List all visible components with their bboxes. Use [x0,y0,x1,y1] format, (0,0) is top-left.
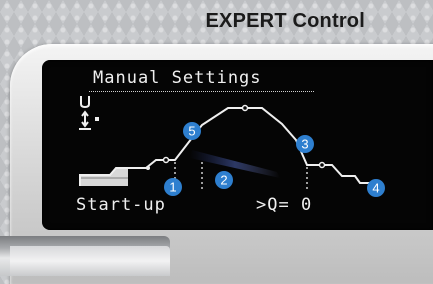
marker-5-label: 5 [188,124,195,139]
status-startup: Start-up [76,195,166,215]
marker-3: 3 [296,135,314,153]
marker-2-label: 2 [220,173,227,188]
marker-5: 5 [183,122,201,140]
curve-point [318,161,326,169]
status-q-value: >Q= 0 [256,195,313,215]
lower-bezel-panel [10,246,170,276]
screen-glare [190,150,280,178]
marker-4-label: 4 [372,181,379,196]
marker-1-label: 1 [169,180,176,195]
marker-2: 2 [215,171,233,189]
curve-point [162,156,170,164]
curve-point [146,166,150,170]
marker-4: 4 [367,179,385,197]
page-title: EXPERT Control [205,10,365,32]
oled-screen: Manual Settings Start-up >Q= 0 [42,60,433,230]
marker-1: 1 [164,178,182,196]
startup-block [80,168,128,186]
marker-3-label: 3 [301,137,308,152]
curve-point [241,104,249,112]
